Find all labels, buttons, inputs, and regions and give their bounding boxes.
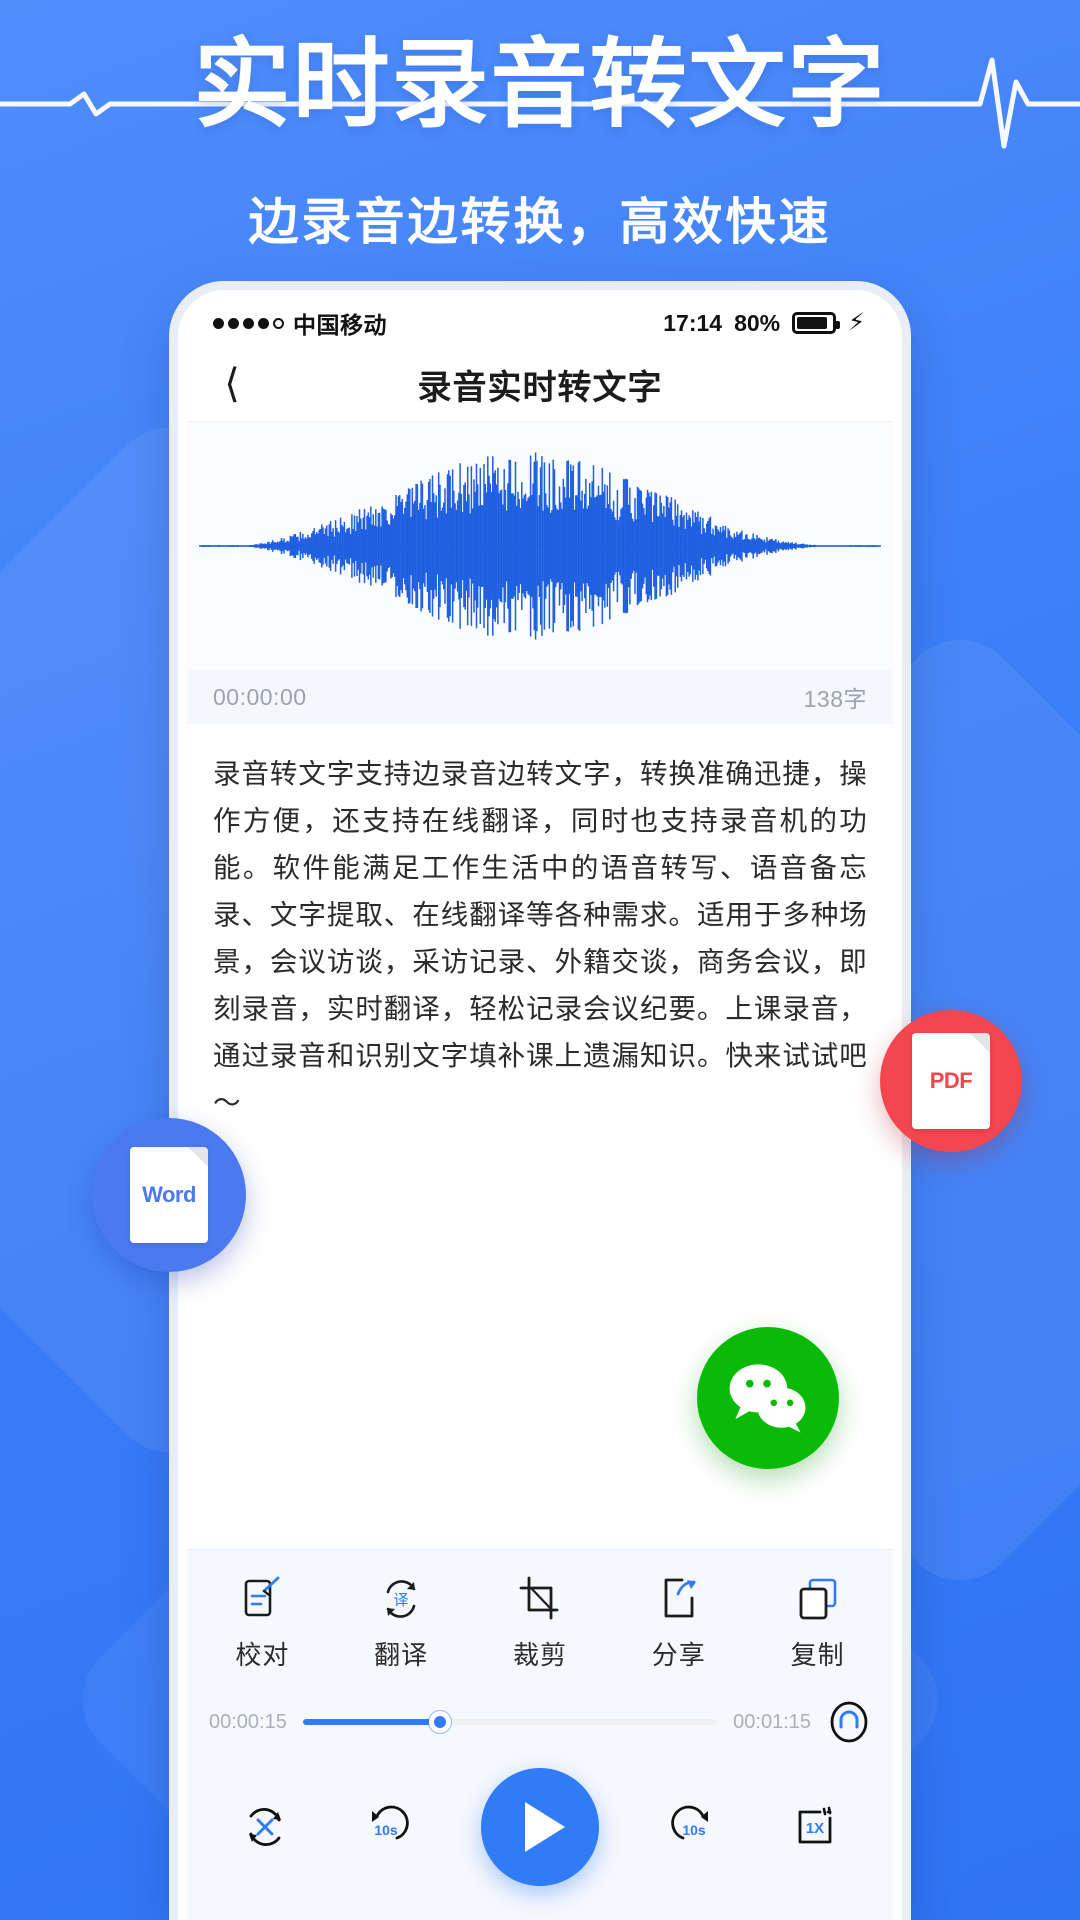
tool-translate[interactable]: 译 翻译 xyxy=(337,1576,465,1672)
wechat-badge xyxy=(697,1327,839,1469)
battery-percent: 80% xyxy=(734,309,781,336)
status-bar-left: 中国移动 xyxy=(213,306,387,340)
document-sheet: Word xyxy=(130,1147,208,1243)
tool-copy[interactable]: 复制 xyxy=(754,1576,882,1672)
pdf-label: PDF xyxy=(929,1068,973,1093)
tool-label: 翻译 xyxy=(374,1640,429,1670)
total-time: 00:01:15 xyxy=(733,1710,811,1733)
phone-screen: 中国移动 17:14 80% ⚡ ⟨ 录音实时转文字 00:00:00 138字… xyxy=(187,299,893,1920)
translate-icon: 译 xyxy=(386,1580,416,1618)
proofread-icon xyxy=(245,1576,280,1617)
svg-text:10s: 10s xyxy=(683,1822,707,1838)
poster-headline-wrap: 实时录音转文字 xyxy=(0,28,1080,142)
tool-label: 分享 xyxy=(651,1640,706,1670)
tool-share[interactable]: 分享 xyxy=(615,1576,743,1672)
wechat-icon xyxy=(729,1364,806,1433)
tool-label: 复制 xyxy=(790,1640,845,1670)
nav-bar: ⟨ 录音实时转文字 xyxy=(187,347,893,421)
tool-label: 裁剪 xyxy=(512,1640,567,1670)
playback-speed-button[interactable]: 1X xyxy=(790,1802,840,1852)
tool-proofread[interactable]: 校对 xyxy=(198,1576,326,1672)
audio-waveform xyxy=(187,421,893,670)
phone-mockup: 中国移动 17:14 80% ⚡ ⟨ 录音实时转文字 00:00:00 138字… xyxy=(178,290,902,1920)
bottom-panel: 校对 译 翻译 裁剪 分享 复制 00:00:15 00:01:15 10s 1… xyxy=(187,1549,893,1920)
crop-icon xyxy=(519,1576,559,1620)
share-icon xyxy=(664,1578,696,1618)
seek-row: 00:00:15 00:01:15 xyxy=(187,1690,893,1758)
pdf-badge: PDF xyxy=(880,1010,1022,1152)
carrier-name: 中国移动 xyxy=(293,312,387,338)
player-controls: 10s 10s 1X xyxy=(187,1758,893,1920)
elapsed-time: 00:00:00 xyxy=(213,683,307,710)
play-icon xyxy=(525,1802,566,1852)
page-title: 录音实时转文字 xyxy=(417,368,663,407)
rewind-10s-icon[interactable]: 10s xyxy=(361,1802,411,1852)
transcript-text: 录音转文字支持边录音边转文字，转换准确迅捷，操作方便，还支持在线翻译，同时也支持… xyxy=(213,758,867,1118)
current-time: 00:00:15 xyxy=(209,1710,287,1733)
document-sheet: PDF xyxy=(912,1033,990,1129)
chevron-left-icon[interactable]: ⟨ xyxy=(209,361,255,407)
tool-label: 校对 xyxy=(235,1640,290,1670)
recording-meta-row: 00:00:00 138字 xyxy=(187,670,893,724)
seek-progress-fill xyxy=(302,1719,440,1725)
signal-strength-icon xyxy=(213,317,284,329)
tool-bar: 校对 译 翻译 裁剪 分享 复制 xyxy=(187,1550,893,1690)
seek-slider-handle[interactable] xyxy=(428,1711,451,1733)
tool-crop[interactable]: 裁剪 xyxy=(476,1576,604,1672)
poster-root: 实时录音转文字 边录音边转换，高效快速 中国移动 17:14 80% ⚡ ⟨ 录… xyxy=(0,0,1080,1920)
poster-headline: 实时录音转文字 xyxy=(193,28,887,141)
status-bar-right: 17:14 80% ⚡ xyxy=(663,310,865,337)
word-badge: Word xyxy=(92,1118,246,1272)
battery-icon xyxy=(792,312,841,334)
svg-text:译: 译 xyxy=(394,1591,409,1609)
status-bar-time: 17:14 xyxy=(663,309,723,336)
poster-subheadline: 边录音边转换，高效快速 xyxy=(248,193,832,251)
status-bar: 中国移动 17:14 80% ⚡ xyxy=(187,299,893,347)
word-count: 138字 xyxy=(803,686,867,712)
play-button[interactable] xyxy=(480,1768,599,1886)
svg-text:1X: 1X xyxy=(806,1820,824,1837)
copy-icon xyxy=(799,1578,836,1620)
lightning-bolt-icon: ⚡ xyxy=(848,309,865,336)
svg-text:10s: 10s xyxy=(374,1822,398,1838)
shuffle-x-icon[interactable] xyxy=(240,1802,290,1852)
seek-slider[interactable] xyxy=(302,1711,718,1733)
word-label: Word xyxy=(142,1182,196,1207)
headphone-icon[interactable] xyxy=(827,1700,871,1744)
forward-10s-icon[interactable]: 10s xyxy=(669,1802,719,1852)
waveform-graphic xyxy=(199,452,881,640)
